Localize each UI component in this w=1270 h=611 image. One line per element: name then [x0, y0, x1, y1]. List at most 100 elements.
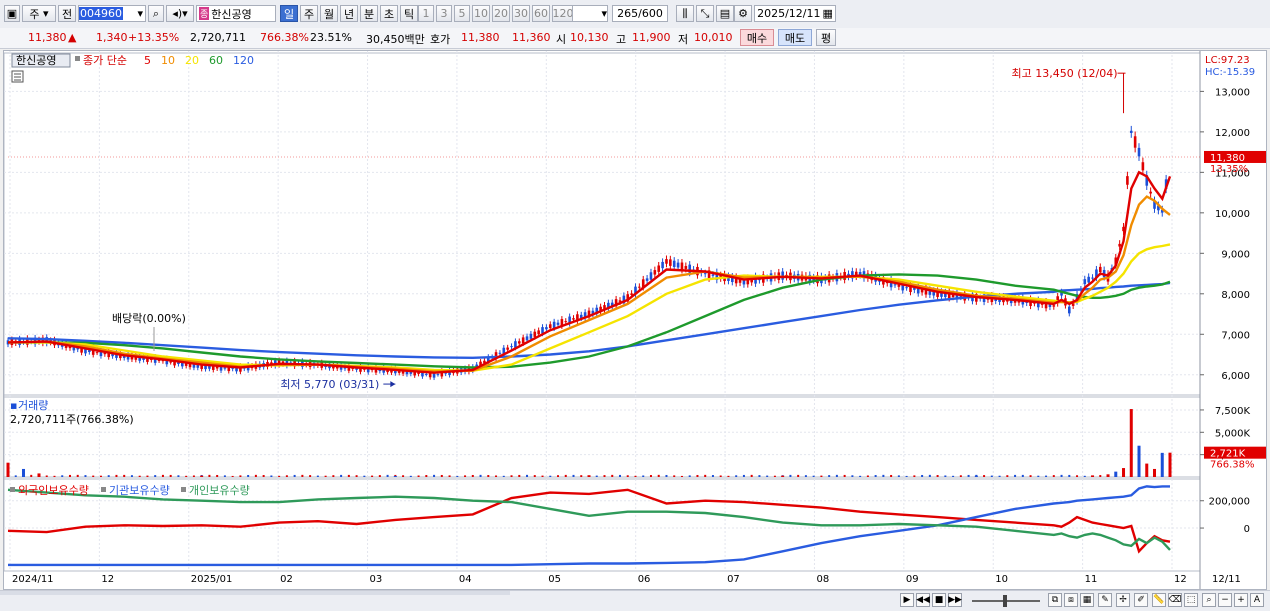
price-candle: [545, 327, 548, 330]
volume-bar: [21, 468, 25, 477]
interval-button[interactable]: 60: [532, 5, 550, 22]
layout-icon[interactable]: ⧉: [1048, 593, 1062, 607]
stock-chart[interactable]: 2024/11 12 2025/01 02 03 04 05 06 07 08 09 10 11 12 12…: [3, 51, 1266, 589]
chart-area[interactable]: 2024/11 12 2025/01 02 03 04 05 06 07 08 09 10 11 12 12…: [3, 50, 1267, 590]
volume-bar: [68, 474, 71, 477]
period-type-select[interactable]: 주 ▾: [22, 5, 56, 22]
volume-bar: [936, 475, 939, 477]
interval-button[interactable]: 120: [552, 5, 574, 22]
sell-button[interactable]: 매도: [778, 29, 812, 46]
zoom-slider-thumb[interactable]: [1003, 595, 1007, 607]
interval-button[interactable]: 1: [418, 5, 434, 22]
volume-bar: [1029, 475, 1032, 477]
volume-bar: [37, 473, 41, 477]
scroll-track[interactable]: [0, 591, 510, 595]
zoom-in-icon[interactable]: +: [1234, 593, 1248, 607]
volume-bar: [1168, 452, 1172, 477]
buy-button[interactable]: 매수: [740, 29, 774, 46]
period-button[interactable]: 분: [360, 5, 378, 22]
image-icon[interactable]: ⬚: [1184, 593, 1198, 607]
period-button[interactable]: 일: [280, 5, 298, 22]
interval-button[interactable]: 30: [512, 5, 530, 22]
volume-bar: [363, 475, 366, 477]
ruler-icon[interactable]: 📏: [1152, 593, 1166, 607]
price-candle: [661, 261, 664, 269]
volume-bar: [107, 475, 110, 477]
volume-bar: [727, 475, 730, 477]
volume-bar: [820, 475, 823, 477]
volume-bar: [564, 474, 567, 477]
price-candle: [1133, 136, 1137, 148]
price-candle: [1118, 243, 1121, 247]
eraser-icon[interactable]: ⌫: [1168, 593, 1182, 607]
holding-legend-label: 기관보유수량: [109, 484, 170, 497]
volume-bar: [192, 475, 195, 477]
bar-count-field[interactable]: 265/600: [612, 5, 668, 22]
interval-dropdown[interactable]: ▾: [572, 5, 608, 22]
period-button[interactable]: 주: [300, 5, 318, 22]
volume-bar: [1145, 463, 1149, 477]
high-label: 고: [616, 33, 627, 46]
candle-icon[interactable]: ⫼: [676, 5, 694, 22]
volume-bar: [216, 474, 219, 477]
grid-icon[interactable]: ▦: [1080, 593, 1094, 607]
gear-icon[interactable]: ⚙: [734, 5, 752, 22]
holding-line-2: [7, 488, 1171, 551]
rewind-icon[interactable]: ◀◀: [916, 593, 930, 607]
period-button[interactable]: 초: [380, 5, 398, 22]
stock-badge: 종: [199, 7, 210, 20]
ask-price: 11,380: [461, 31, 500, 44]
price-candle: [680, 262, 684, 271]
sound-icon[interactable]: ◂)▾: [166, 5, 194, 22]
zoom-icon[interactable]: ⌕: [1202, 593, 1216, 607]
stock-name-field[interactable]: 종 한신공영: [196, 5, 276, 22]
play-icon[interactable]: ▶: [900, 593, 914, 607]
interval-button[interactable]: 3: [436, 5, 452, 22]
stop-icon[interactable]: ■: [932, 593, 946, 607]
compare-icon[interactable]: ⧈: [1064, 593, 1078, 607]
period-button[interactable]: 월: [320, 5, 338, 22]
fast-forward-icon[interactable]: ▶▶: [948, 593, 962, 607]
text-size-icon[interactable]: A: [1250, 593, 1264, 607]
price-candle: [1129, 130, 1133, 133]
holding-legend-label: 외국인보유수량: [18, 484, 89, 497]
volume-bar: [618, 474, 621, 477]
volume-bar: [448, 475, 451, 477]
price-candle: [541, 327, 544, 334]
pencil-icon[interactable]: ✐: [1134, 593, 1148, 607]
price-candle: [703, 273, 707, 275]
stock-code-input[interactable]: 004960 ▾: [78, 5, 146, 22]
calendar-icon[interactable]: ▦: [823, 7, 833, 20]
date-input[interactable]: 2025/12/11 ▦: [754, 5, 836, 22]
volume-bar: [998, 475, 1001, 477]
period-button[interactable]: 틱: [400, 5, 418, 22]
eval-button[interactable]: 평: [816, 29, 836, 46]
prev-button[interactable]: 전: [58, 5, 76, 22]
volume-bar: [890, 474, 893, 477]
price-tick-label: 8,000: [1221, 290, 1250, 301]
volume-bar: [53, 475, 56, 477]
chevron-down-icon[interactable]: ▾: [137, 7, 145, 20]
zoom-out-icon[interactable]: −: [1218, 593, 1232, 607]
interval-button[interactable]: 20: [492, 5, 510, 22]
crosshair-icon[interactable]: ✢: [1116, 593, 1130, 607]
volume-bar: [719, 475, 722, 477]
price-candle: [436, 374, 440, 376]
x-tick-label: 06: [638, 574, 651, 585]
draw-tool-icon[interactable]: ✎: [1098, 593, 1112, 607]
line-tool-icon[interactable]: ⤡: [696, 5, 714, 22]
volume-bar: [138, 475, 141, 477]
last-volume-tag: 2,721K: [1210, 449, 1246, 460]
period-button[interactable]: 년: [340, 5, 358, 22]
volume-bar: [278, 475, 281, 477]
window-menu-icon[interactable]: ▣: [4, 5, 20, 22]
chevron-down-icon: ▾: [601, 7, 607, 20]
price-candle: [537, 330, 540, 335]
save-icon[interactable]: ▤: [716, 5, 734, 22]
interval-button[interactable]: 10: [472, 5, 490, 22]
low-annotation: 최저 5,770 (03/31): [280, 378, 379, 391]
interval-button[interactable]: 5: [454, 5, 470, 22]
volume-bar: [223, 475, 226, 477]
search-icon[interactable]: ⌕: [148, 5, 164, 22]
stock-name: 한신공영: [211, 7, 252, 21]
